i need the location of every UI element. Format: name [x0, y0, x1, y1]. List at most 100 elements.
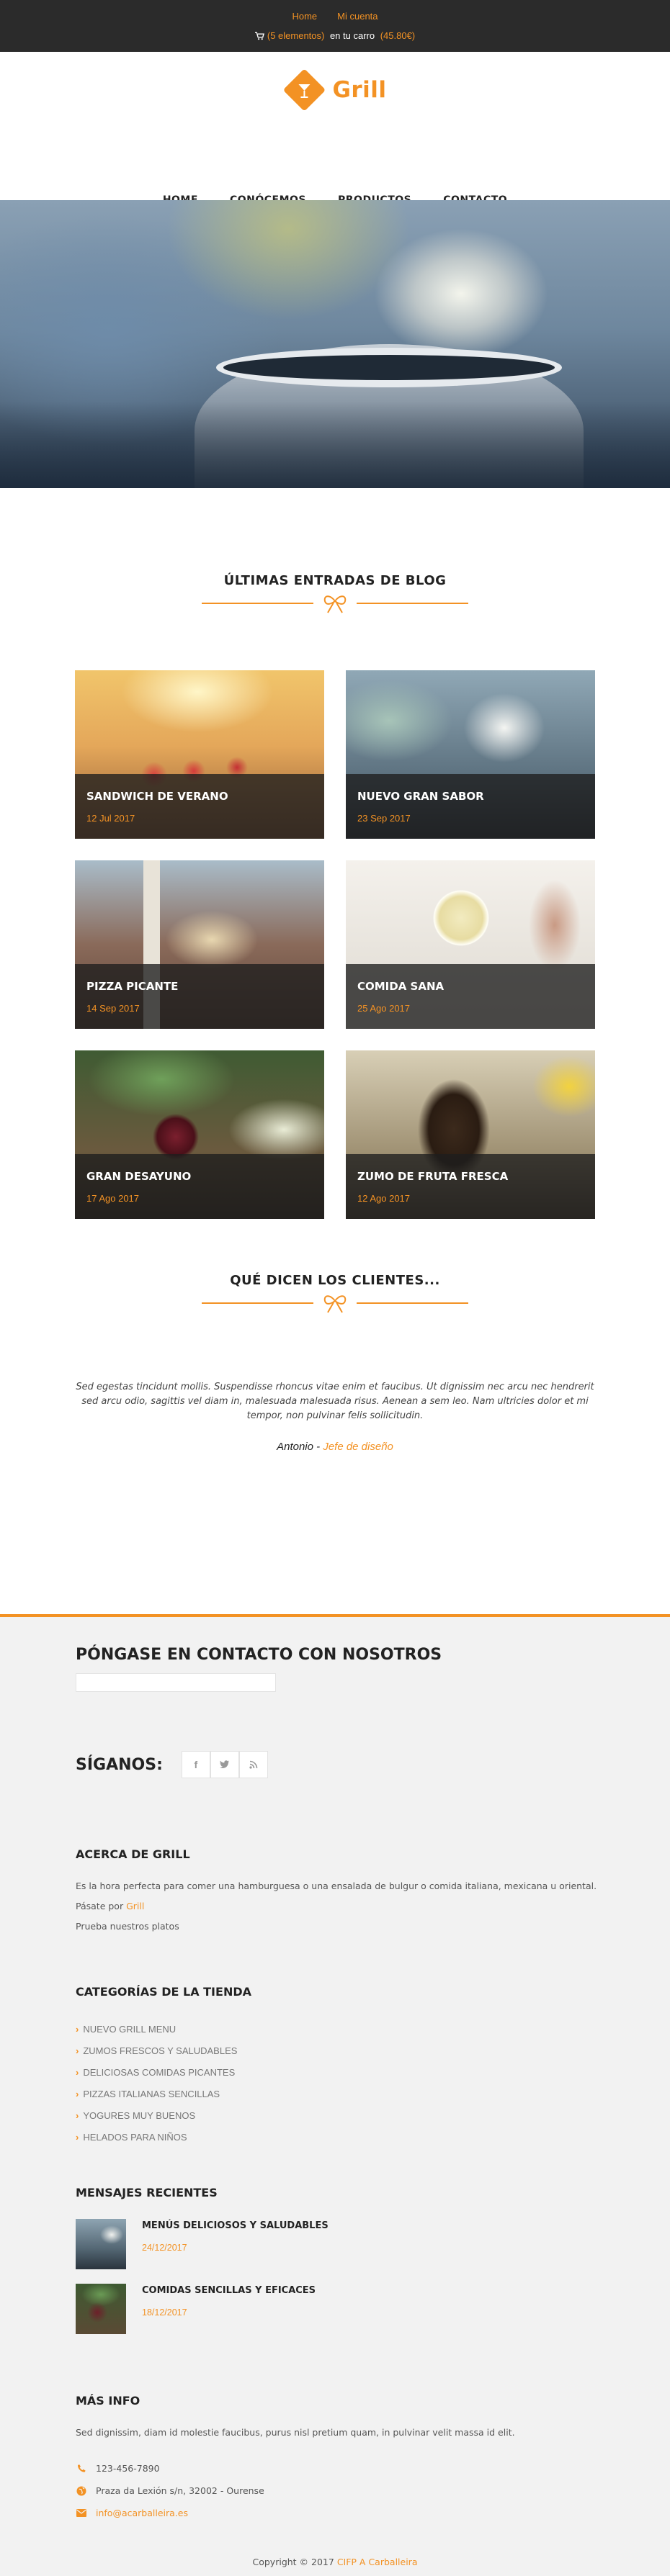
top-bar: Home Mi cuenta (5 elementos) en tu carro…	[0, 0, 670, 52]
cart-icon	[254, 32, 264, 40]
chevron-right-icon: ›	[76, 2023, 79, 2035]
hero-image	[0, 200, 670, 488]
facebook-icon[interactable]: f	[181, 1751, 210, 1778]
home-link[interactable]: Home	[292, 11, 317, 22]
copyright: Copyright © 2017 CIFP A Carballeira	[0, 2557, 670, 2567]
blog-card-new-flavor[interactable]: NUEVO GRAN SABOR 23 Sep 2017	[346, 670, 595, 839]
phone-icon	[76, 2464, 87, 2474]
post-thumbnail	[76, 2219, 126, 2269]
phone-number: 123-456-7890	[96, 2463, 160, 2474]
more-info-text: Sed dignissim, diam id molestie faucibus…	[76, 2427, 515, 2438]
author-separator: -	[313, 1441, 323, 1453]
blog-card-date: 17 Ago 2017	[86, 1193, 140, 1204]
about-title: ACERCA DE GRILL	[76, 1847, 190, 1861]
copyright-text: Copyright © 2017	[252, 2557, 337, 2567]
category-item[interactable]: › DELICIOSAS COMIDAS PICANTES	[76, 2061, 237, 2083]
about-try: Prueba nuestros platos	[76, 1921, 179, 1932]
rss-icon[interactable]	[238, 1751, 268, 1778]
post-date: 24/12/2017	[142, 2243, 187, 2253]
follow-title: SÍGANOS:	[76, 1755, 163, 1774]
chevron-right-icon: ›	[76, 2109, 79, 2121]
post-date: 18/12/2017	[142, 2307, 187, 2318]
cart-total[interactable]: (45.80€)	[380, 30, 415, 41]
contact-title: PÓNGASE EN CONTACTO CON NOSOTROS	[76, 1646, 442, 1664]
blog-card-juice[interactable]: ZUMO DE FRUTA FRESCA 12 Ago 2017	[346, 1050, 595, 1219]
blog-grid: SANDWICH DE VERANO 12 Jul 2017 NUEVO GRAN…	[75, 670, 595, 1219]
post-title[interactable]: MENÚS DELICIOSOS Y SALUDABLES	[142, 2220, 329, 2231]
ribbon-icon	[323, 595, 347, 613]
follow-us: SÍGANOS: f	[76, 1751, 268, 1778]
envelope-icon	[76, 2508, 87, 2518]
site-footer: PÓNGASE EN CONTACTO CON NOSOTROS SÍGANOS…	[0, 1614, 670, 2576]
chevron-right-icon: ›	[76, 2066, 79, 2078]
logo-text: Grill	[332, 77, 387, 103]
recent-post[interactable]: COMIDAS SENCILLAS Y EFICACES 18/12/2017	[76, 2284, 316, 2334]
hero-shade	[0, 402, 670, 488]
categories-title: CATEGORÍAS DE LA TIENDA	[76, 1985, 251, 1999]
cart-summary[interactable]: (5 elementos) en tu carro (45.80€)	[254, 30, 415, 41]
about-visit-prefix: Pásate por	[76, 1901, 127, 1911]
testimonials-title: QUÉ DICEN LOS CLIENTES...	[230, 1273, 440, 1288]
blog-card-sandwich[interactable]: SANDWICH DE VERANO 12 Jul 2017	[75, 670, 324, 839]
address-text: Praza da Lexión s/n, 32002 - Ourense	[96, 2485, 264, 2496]
blog-card-date: 25 Ago 2017	[357, 1003, 411, 1014]
blog-card-title: COMIDA SANA	[357, 980, 445, 993]
blog-card-date: 14 Sep 2017	[86, 1003, 140, 1014]
ribbon-icon	[323, 1295, 347, 1313]
about-visit: Pásate por Grill	[76, 1901, 144, 1911]
about-text: Es la hora perfecta para comer una hambu…	[76, 1881, 597, 1891]
author-name: Antonio	[277, 1441, 313, 1453]
blog-card-title: GRAN DESAYUNO	[86, 1170, 192, 1183]
account-links: Home Mi cuenta	[292, 11, 378, 22]
blog-card-breakfast[interactable]: GRAN DESAYUNO 17 Ago 2017	[75, 1050, 324, 1219]
blog-card-title: PIZZA PICANTE	[86, 980, 179, 993]
blog-section: ÚLTIMAS ENTRADAS DE BLOG SANDWICH DE VER…	[0, 488, 670, 1273]
site-header: Grill HOME CONÓCEMOS PRODUCTOS CONTACTO	[0, 52, 670, 206]
cart-middle-text: en tu carro	[327, 30, 378, 41]
author-role: Jefe de diseño	[323, 1441, 393, 1453]
category-item[interactable]: › HELADOS PARA NIÑOS	[76, 2126, 237, 2148]
social-links: f	[181, 1751, 268, 1778]
blog-card-healthy-food[interactable]: COMIDA SANA 25 Ago 2017	[346, 860, 595, 1029]
categories-list: › NUEVO GRILL MENU › ZUMOS FRESCOS Y SALUD…	[76, 2018, 237, 2148]
blog-card-date: 12 Ago 2017	[357, 1193, 411, 1204]
email-link[interactable]: info@acarballeira.es	[96, 2508, 188, 2518]
blog-section-title: ÚLTIMAS ENTRADAS DE BLOG	[223, 573, 447, 588]
globe-icon	[76, 2486, 87, 2496]
blog-card-title: NUEVO GRAN SABOR	[357, 790, 484, 803]
testimonial-quote: Sed egestas tincidunt mollis. Suspendiss…	[76, 1382, 594, 1421]
category-item[interactable]: › YOGURES MUY BUENOS	[76, 2104, 237, 2126]
site-logo[interactable]: Grill	[282, 68, 387, 112]
recent-post[interactable]: MENÚS DELICIOSOS Y SALUDABLES 24/12/2017	[76, 2219, 329, 2269]
grill-link[interactable]: Grill	[126, 1901, 144, 1911]
chevron-right-icon: ›	[76, 2088, 79, 2099]
blog-card-date: 12 Jul 2017	[86, 813, 135, 824]
testimonial-author: Antonio - Jefe de diseño	[0, 1441, 670, 1453]
hero-cup-rim	[216, 348, 562, 387]
ribbon-divider	[202, 593, 468, 614]
phone-row: 123-456-7890	[76, 2463, 160, 2474]
more-info-title: MÁS INFO	[76, 2394, 140, 2408]
my-account-link[interactable]: Mi cuenta	[337, 11, 378, 22]
chevron-right-icon: ›	[76, 2045, 79, 2056]
email-row: info@acarballeira.es	[76, 2508, 188, 2518]
address-row: Praza da Lexión s/n, 32002 - Ourense	[76, 2485, 264, 2496]
category-item[interactable]: › PIZZAS ITALIANAS SENCILLAS	[76, 2083, 237, 2104]
blog-card-title: SANDWICH DE VERANO	[86, 790, 228, 803]
blog-card-pizza[interactable]: PIZZA PICANTE 14 Sep 2017	[75, 860, 324, 1029]
cart-count[interactable]: (5 elementos)	[267, 30, 324, 41]
recent-posts-title: MENSAJES RECIENTES	[76, 2186, 218, 2199]
testimonials-section: QUÉ DICEN LOS CLIENTES... Sed egestas ti…	[0, 1273, 670, 1614]
cocktail-glass-icon	[282, 68, 326, 112]
blog-card-title: ZUMO DE FRUTA FRESCA	[357, 1170, 509, 1183]
post-thumbnail	[76, 2284, 126, 2334]
ribbon-divider	[202, 1292, 468, 1314]
chevron-right-icon: ›	[76, 2131, 79, 2143]
school-link[interactable]: CIFP A Carballeira	[337, 2557, 418, 2567]
post-title[interactable]: COMIDAS SENCILLAS Y EFICACES	[142, 2285, 316, 2296]
twitter-icon[interactable]	[210, 1751, 239, 1778]
category-item[interactable]: › ZUMOS FRESCOS Y SALUDABLES	[76, 2040, 237, 2061]
blog-card-date: 23 Sep 2017	[357, 813, 411, 824]
category-item[interactable]: › NUEVO GRILL MENU	[76, 2018, 237, 2040]
contact-field[interactable]	[76, 1673, 276, 1692]
